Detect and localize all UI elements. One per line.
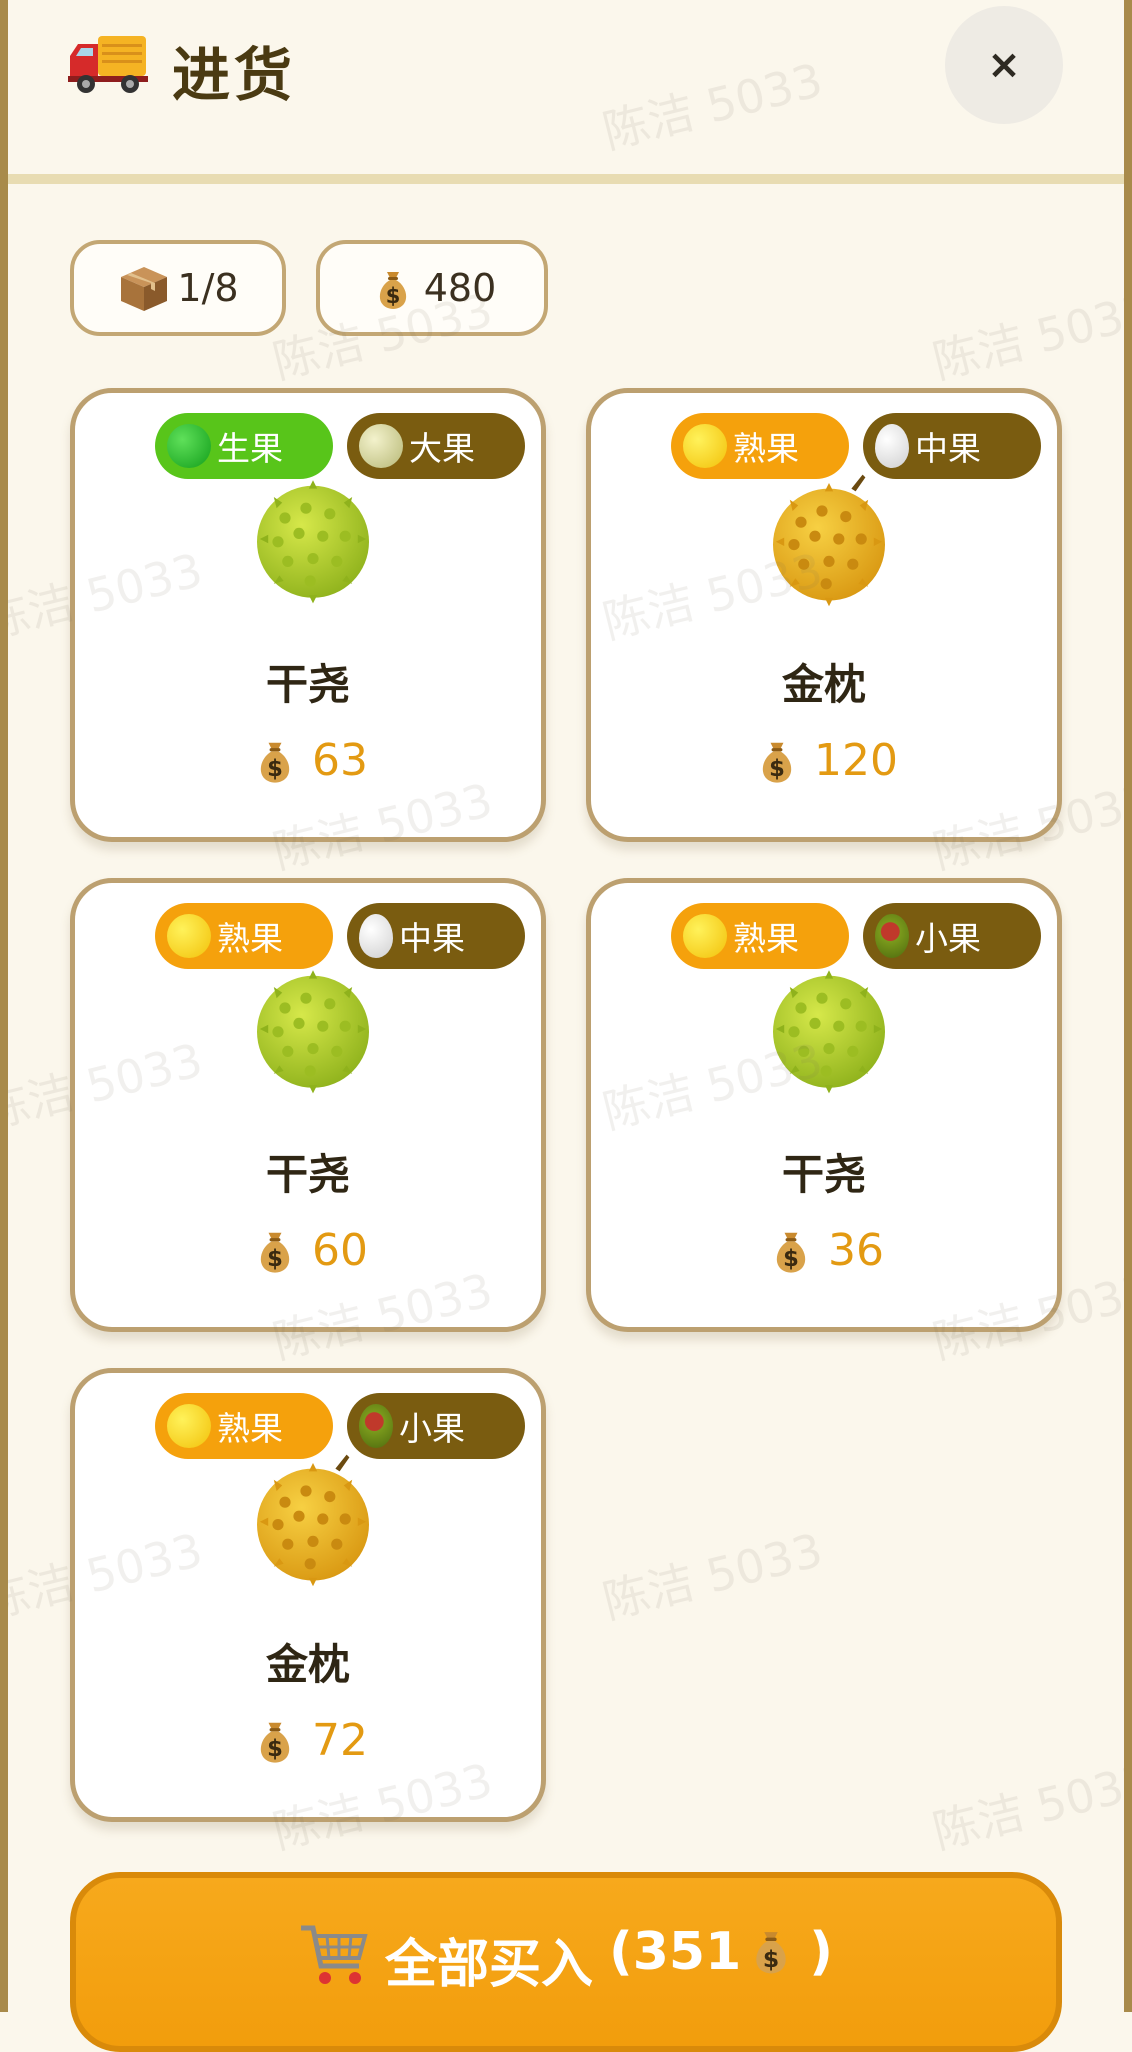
- durian-icon: [759, 469, 899, 609]
- durian-price: 120: [591, 733, 1057, 787]
- egg-icon: [875, 424, 909, 468]
- yellow-circle-icon: [167, 914, 211, 958]
- close-button[interactable]: ×: [945, 6, 1063, 124]
- money-bag-icon: [248, 1223, 302, 1277]
- durian-icon: [243, 1449, 383, 1589]
- buy-all-close-paren[interactable]: ): [809, 1922, 833, 1982]
- buy-all-label[interactable]: 全部买入: [385, 1922, 593, 1997]
- money-bag-icon: [368, 263, 418, 313]
- inventory-slots-badge: 1/8: [70, 240, 286, 336]
- package-icon: [121, 267, 168, 311]
- money-bag-icon: [248, 1713, 302, 1767]
- durian-name: 干尧: [781, 1150, 866, 1199]
- green-circle-icon: [167, 424, 211, 468]
- header-divider: [8, 174, 1124, 184]
- money-bag-icon: [743, 1922, 799, 1978]
- yellow-circle-icon: [683, 914, 727, 958]
- durian-price: 60: [75, 1223, 541, 1277]
- durian-icon: [243, 469, 383, 609]
- money-bag-icon: [248, 733, 302, 787]
- durian-name: 金枕: [781, 660, 866, 709]
- durian-name: 干尧: [265, 660, 350, 709]
- durian-icon: [759, 959, 899, 1099]
- page-title: 进货: [172, 41, 297, 109]
- shopping-cart-icon: [300, 1925, 368, 1984]
- watermark: 陈洁 5033: [597, 1522, 828, 1630]
- watermark: 陈洁 5033: [927, 1752, 1132, 1860]
- durian-price: 72: [75, 1713, 541, 1767]
- buy-all-total[interactable]: (351: [609, 1922, 741, 1982]
- money-bag-icon: [764, 1223, 818, 1277]
- durian-price: 36: [591, 1223, 1057, 1277]
- buy-all-button[interactable]: 全部买入 (351 ): [70, 1872, 1062, 2052]
- money-value: 480: [423, 266, 497, 310]
- close-icon[interactable]: ×: [987, 42, 1021, 88]
- money-badge: 480: [316, 240, 548, 336]
- yellow-circle-icon: [683, 424, 727, 468]
- melon-icon: [359, 424, 403, 468]
- durian-card[interactable]: 生果 大果 干尧 63: [70, 388, 546, 842]
- durian-card[interactable]: 熟果 小果 干尧 36: [586, 878, 1062, 1332]
- durian-name: 金枕: [265, 1640, 350, 1689]
- durian-card[interactable]: 熟果 中果 金枕 120: [586, 388, 1062, 842]
- durian-icon: [243, 959, 383, 1099]
- egg-icon: [359, 914, 393, 958]
- yellow-circle-icon: [167, 1404, 211, 1448]
- money-bag-icon: [750, 733, 804, 787]
- durian-price: 63: [75, 733, 541, 787]
- olive-icon: [875, 914, 909, 958]
- durian-card[interactable]: 熟果 小果 金枕 72: [70, 1368, 546, 1822]
- watermark: 陈洁 5033: [927, 282, 1132, 390]
- durian-name: 干尧: [265, 1150, 350, 1199]
- delivery-truck-icon: [68, 36, 148, 93]
- durian-card[interactable]: 熟果 中果 干尧 60: [70, 878, 546, 1332]
- header: 进货 ×: [0, 0, 1132, 170]
- inventory-slots-value: 1/8: [177, 266, 239, 310]
- olive-icon: [359, 1404, 393, 1448]
